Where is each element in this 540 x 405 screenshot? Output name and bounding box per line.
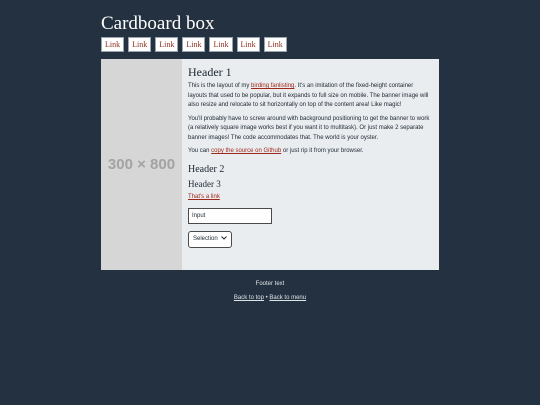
selection-dropdown[interactable]: Selection <box>188 230 232 248</box>
back-to-menu-link[interactable]: Back to menu <box>269 295 306 301</box>
header-2: Header 2 <box>188 163 225 175</box>
header-1: Header 1 <box>188 65 232 79</box>
content-area: Header 1 This is the layout of my birdin… <box>182 59 439 270</box>
intro-paragraph: This is the layout of my birding fanlist… <box>188 82 433 111</box>
footer-text: Footer text <box>255 281 285 287</box>
nav-link-7[interactable]: Link <box>263 37 287 52</box>
source-paragraph: You can copy the source on Github or jus… <box>188 147 433 157</box>
banner-paragraph: You'll probably have to screw around wit… <box>188 115 430 141</box>
site-title: Cardboard box <box>101 13 215 34</box>
nav-link-2[interactable]: Link <box>128 37 152 52</box>
footer-links: Back to top • Back to menu <box>0 295 540 301</box>
nav-link-4[interactable]: Link <box>182 37 206 52</box>
selection-value: Selection <box>193 236 218 242</box>
text-input[interactable]: Input <box>188 207 272 224</box>
nav-link-1[interactable]: Link <box>101 37 125 52</box>
nav-link-6[interactable]: Link <box>236 37 260 52</box>
source-text-start: You can <box>188 148 212 154</box>
source-text-end: or just rip it from your browser. <box>281 148 364 154</box>
back-to-top-link[interactable]: Back to top <box>234 295 264 301</box>
birding-fanlisting-link[interactable]: birding fanlisting <box>251 83 294 89</box>
header-3: Header 3 <box>188 178 221 189</box>
chevron-down-icon <box>220 236 227 242</box>
github-source-link[interactable]: copy the source on Github <box>211 148 281 154</box>
thats-a-link[interactable]: That's a link <box>188 193 433 202</box>
nav-bar: Link Link Link Link Link Link Link <box>101 37 287 52</box>
intro-text-start: This is the layout of my <box>188 83 252 89</box>
content-card: 300 × 800 Header 1 This is the layout of… <box>101 59 439 270</box>
nav-link-3[interactable]: Link <box>155 37 179 52</box>
nav-link-5[interactable]: Link <box>209 37 233 52</box>
banner-placeholder-image: 300 × 800 <box>101 59 182 270</box>
footer-separator: • <box>265 295 268 301</box>
